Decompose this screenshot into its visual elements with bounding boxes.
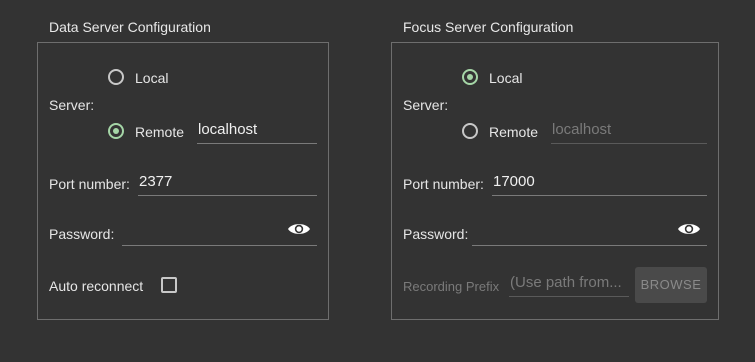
focus-server-port-input[interactable]: 17000 <box>492 172 707 196</box>
data-server-remote-label[interactable]: Remote <box>135 124 184 140</box>
recording-prefix-input[interactable]: (Use path from... <box>509 273 629 297</box>
focus-server-title: Focus Server Configuration <box>403 19 574 35</box>
data-server-auto-reconnect-label: Auto reconnect <box>49 278 144 294</box>
eye-icon[interactable] <box>287 221 311 237</box>
data-server-port-label: Port number: <box>49 176 130 192</box>
focus-server-remote-host-input[interactable]: localhost <box>551 120 707 144</box>
data-server-port-input[interactable]: 2377 <box>138 172 317 196</box>
data-server-local-label[interactable]: Local <box>135 70 168 86</box>
focus-server-local-radio[interactable] <box>462 69 478 85</box>
data-server-remote-host-input[interactable]: localhost <box>197 120 317 144</box>
data-server-title: Data Server Configuration <box>49 19 211 35</box>
focus-server-server-label: Server: <box>403 97 449 113</box>
focus-server-password-input[interactable] <box>472 222 707 246</box>
data-server-local-radio[interactable] <box>108 69 124 85</box>
eye-icon[interactable] <box>677 221 701 237</box>
focus-server-remote-label[interactable]: Remote <box>489 124 538 140</box>
data-server-password-label: Password: <box>49 226 115 242</box>
focus-server-password-label: Password: <box>403 226 469 242</box>
focus-server-local-label[interactable]: Local <box>489 70 522 86</box>
browse-button[interactable]: BROWSE <box>635 267 707 303</box>
auto-reconnect-checkbox[interactable] <box>161 277 177 293</box>
data-server-server-label: Server: <box>49 97 95 113</box>
focus-server-remote-radio[interactable] <box>462 123 478 139</box>
recording-prefix-label: Recording Prefix <box>403 279 500 294</box>
data-server-remote-radio[interactable] <box>108 123 124 139</box>
focus-server-port-label: Port number: <box>403 176 484 192</box>
